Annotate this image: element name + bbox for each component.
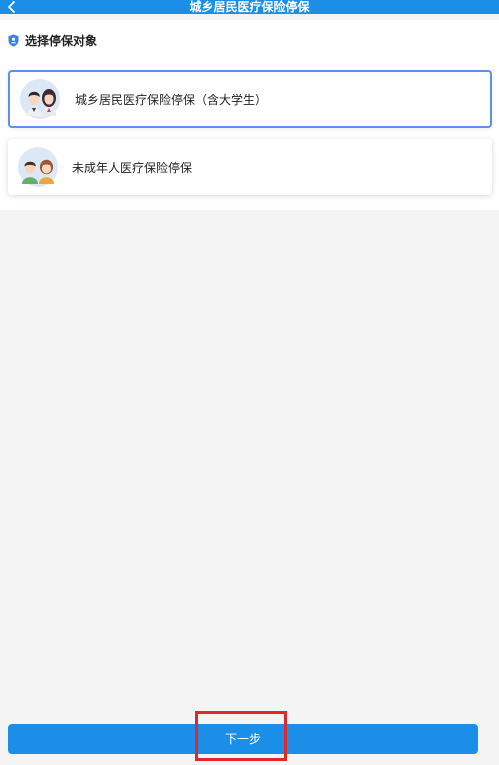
title-bar: 城乡居民医疗保险停保 (0, 0, 499, 14)
option-label: 城乡居民医疗保险停保（含大学生） (75, 92, 268, 107)
selection-panel: 选择停保对象 城乡居民医疗保险停保（含大学生） 未成年人医疗保险停保 (0, 20, 499, 210)
adult-couple-avatar-icon (20, 79, 60, 119)
page-title: 城乡居民医疗保险停保 (189, 0, 310, 14)
children-avatar-icon (18, 147, 58, 187)
next-step-button[interactable]: 下一步 (8, 724, 478, 754)
option-minor-insurance[interactable]: 未成年人医疗保险停保 (8, 139, 492, 195)
section-title: 选择停保对象 (25, 33, 98, 48)
chevron-left-icon[interactable] (6, 1, 18, 13)
shield-user-icon (8, 34, 19, 46)
section-heading: 选择停保对象 (8, 32, 97, 48)
option-urban-rural-insurance[interactable]: 城乡居民医疗保险停保（含大学生） (8, 70, 492, 128)
option-label: 未成年人医疗保险停保 (72, 160, 193, 175)
